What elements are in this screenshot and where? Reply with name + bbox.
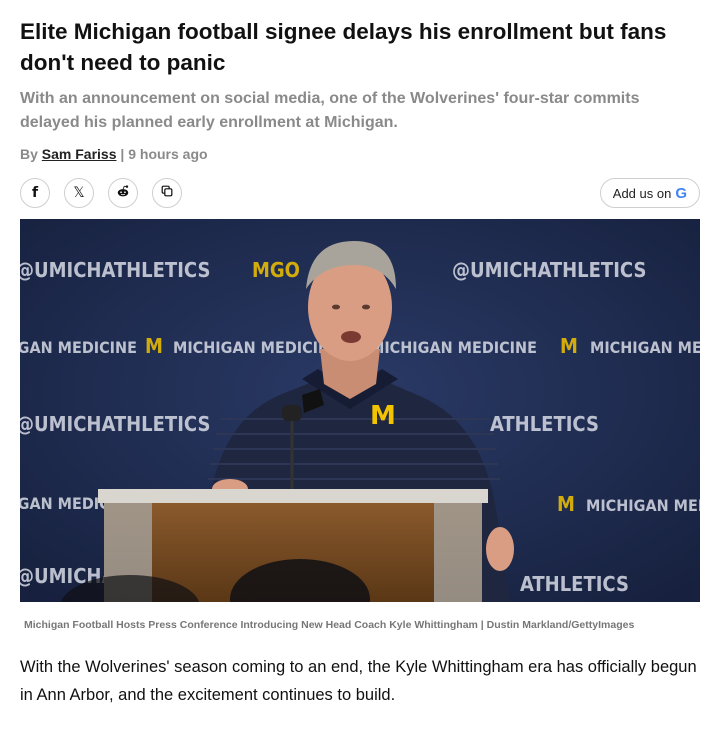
publish-time: 9 hours ago: [128, 146, 208, 162]
backdrop-text: M: [557, 492, 575, 516]
author-link[interactable]: Sam Fariss: [42, 146, 117, 162]
article-headline: Elite Michigan football signee delays hi…: [20, 19, 667, 75]
share-x-button[interactable]: 𝕏: [64, 178, 94, 208]
share-reddit-button[interactable]: [108, 178, 138, 208]
article-dek: With an announcement on social media, on…: [20, 90, 640, 131]
copy-link-icon: [160, 184, 174, 203]
backdrop-text: M: [145, 334, 163, 358]
byline-separator: |: [120, 146, 125, 162]
google-logo-icon: G: [675, 184, 687, 202]
backdrop-text: MICHIGAN MEDICINE: [20, 338, 137, 357]
backdrop-text: MICHIGAN MEDICINE: [590, 338, 700, 357]
add-us-on-google-button[interactable]: Add us on G: [599, 178, 700, 208]
copy-link-button[interactable]: [152, 178, 182, 208]
article: Elite Michigan football signee delays hi…: [0, 0, 720, 730]
press-conference-photo: @UMICHATHLETICS MGO @UMICHATHLETICS MICH…: [20, 219, 700, 602]
backdrop-text: MGO: [252, 258, 300, 282]
backdrop-text: MICHIGAN MEDICINE: [586, 496, 700, 515]
backdrop-text: ATHLETICS: [520, 572, 629, 596]
google-button-label: Add us on: [612, 185, 672, 201]
backdrop-text: MICHIGAN MEDICINE: [370, 338, 537, 357]
image-caption: Michigan Football Hosts Press Conference…: [24, 619, 635, 631]
block-m-logo-icon: M: [370, 401, 396, 431]
byline: By Sam Fariss | 9 hours ago: [20, 146, 208, 162]
reddit-icon: [116, 184, 130, 203]
byline-prefix: By: [20, 146, 38, 162]
backdrop-text: @UMICHATHLETICS: [452, 258, 646, 282]
backdrop-text: M: [560, 334, 578, 358]
share-buttons: f 𝕏: [20, 178, 182, 208]
backdrop-text: ATHLETICS: [490, 412, 599, 436]
article-body-paragraph: With the Wolverines' season coming to an…: [20, 658, 697, 704]
backdrop-text: @UMICHATHLETICS: [20, 412, 210, 436]
share-facebook-button[interactable]: f: [20, 178, 50, 208]
x-icon: 𝕏: [73, 185, 85, 201]
backdrop-text: MICHIGAN MEDICINE: [173, 338, 340, 357]
facebook-icon: f: [31, 185, 39, 201]
backdrop-text: @UMICHATHLETICS: [20, 258, 210, 282]
hero-image: @UMICHATHLETICS MGO @UMICHATHLETICS MICH…: [20, 219, 700, 602]
